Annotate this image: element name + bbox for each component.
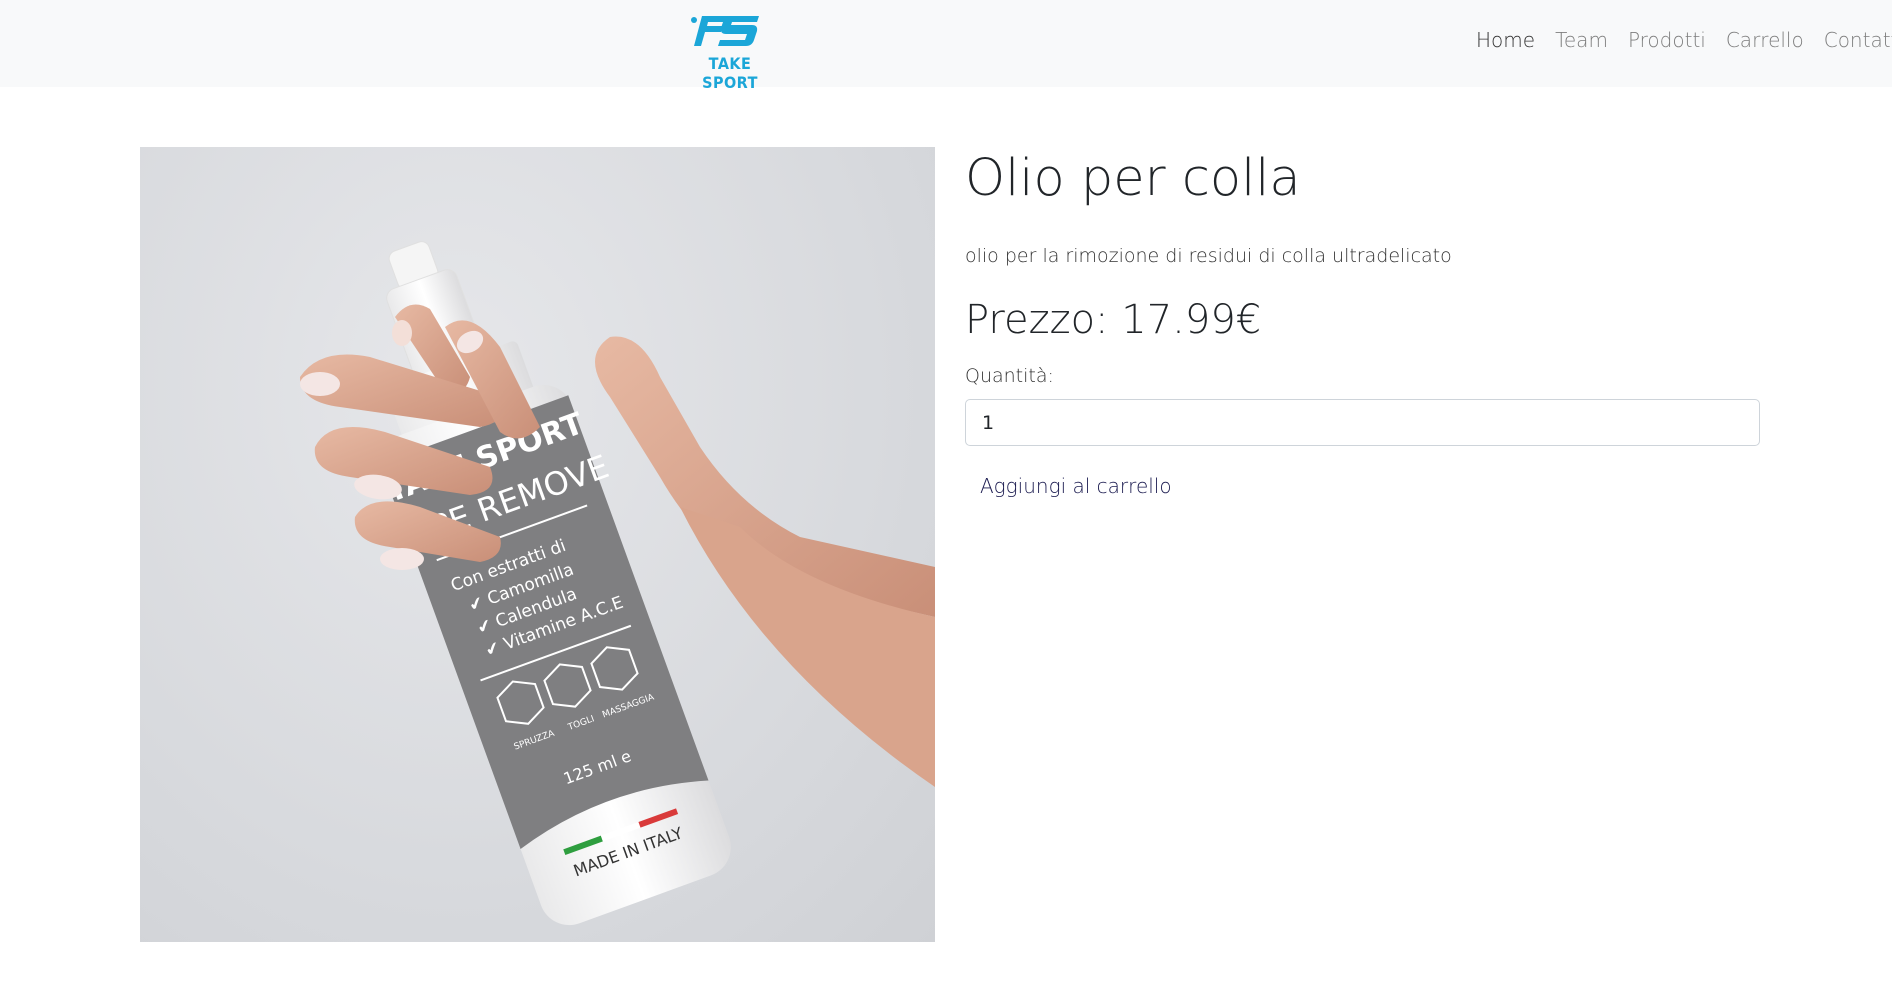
add-to-cart-button[interactable]: Aggiungi al carrello <box>980 474 1172 498</box>
main-nav: Home Team Prodotti Carrello Contatti <box>1466 28 1892 52</box>
product-info: Olio per colla olio per la rimozione di … <box>965 147 1760 498</box>
take-sport-logo[interactable]: TAKE SPORT <box>680 12 780 92</box>
nav-link-prodotti[interactable]: Prodotti <box>1618 28 1716 52</box>
product-photo-illustration: TAKE SPORT TAPE REMOVE Con estratti di ✔… <box>300 241 935 926</box>
nav-link-home[interactable]: Home <box>1466 28 1545 52</box>
product-image: TAKE SPORT TAPE REMOVE Con estratti di ✔… <box>140 147 935 942</box>
product-price: Prezzo: 17.99€ <box>965 297 1262 343</box>
product-description: olio per la rimozione di residui di coll… <box>965 245 1452 267</box>
quantity-label: Quantità: <box>965 365 1054 387</box>
navbar: TAKE SPORT Home Team Prodotti Carrello C… <box>0 0 1892 92</box>
quantity-input[interactable] <box>965 399 1760 446</box>
logo-text: TAKE SPORT <box>702 54 758 92</box>
nav-link-carrello[interactable]: Carrello <box>1716 28 1814 52</box>
nav-link-team[interactable]: Team <box>1545 28 1618 52</box>
product-title: Olio per colla <box>965 149 1301 208</box>
nav-link-contatti[interactable]: Contatti <box>1814 28 1892 52</box>
logo-mark-icon <box>691 16 759 46</box>
